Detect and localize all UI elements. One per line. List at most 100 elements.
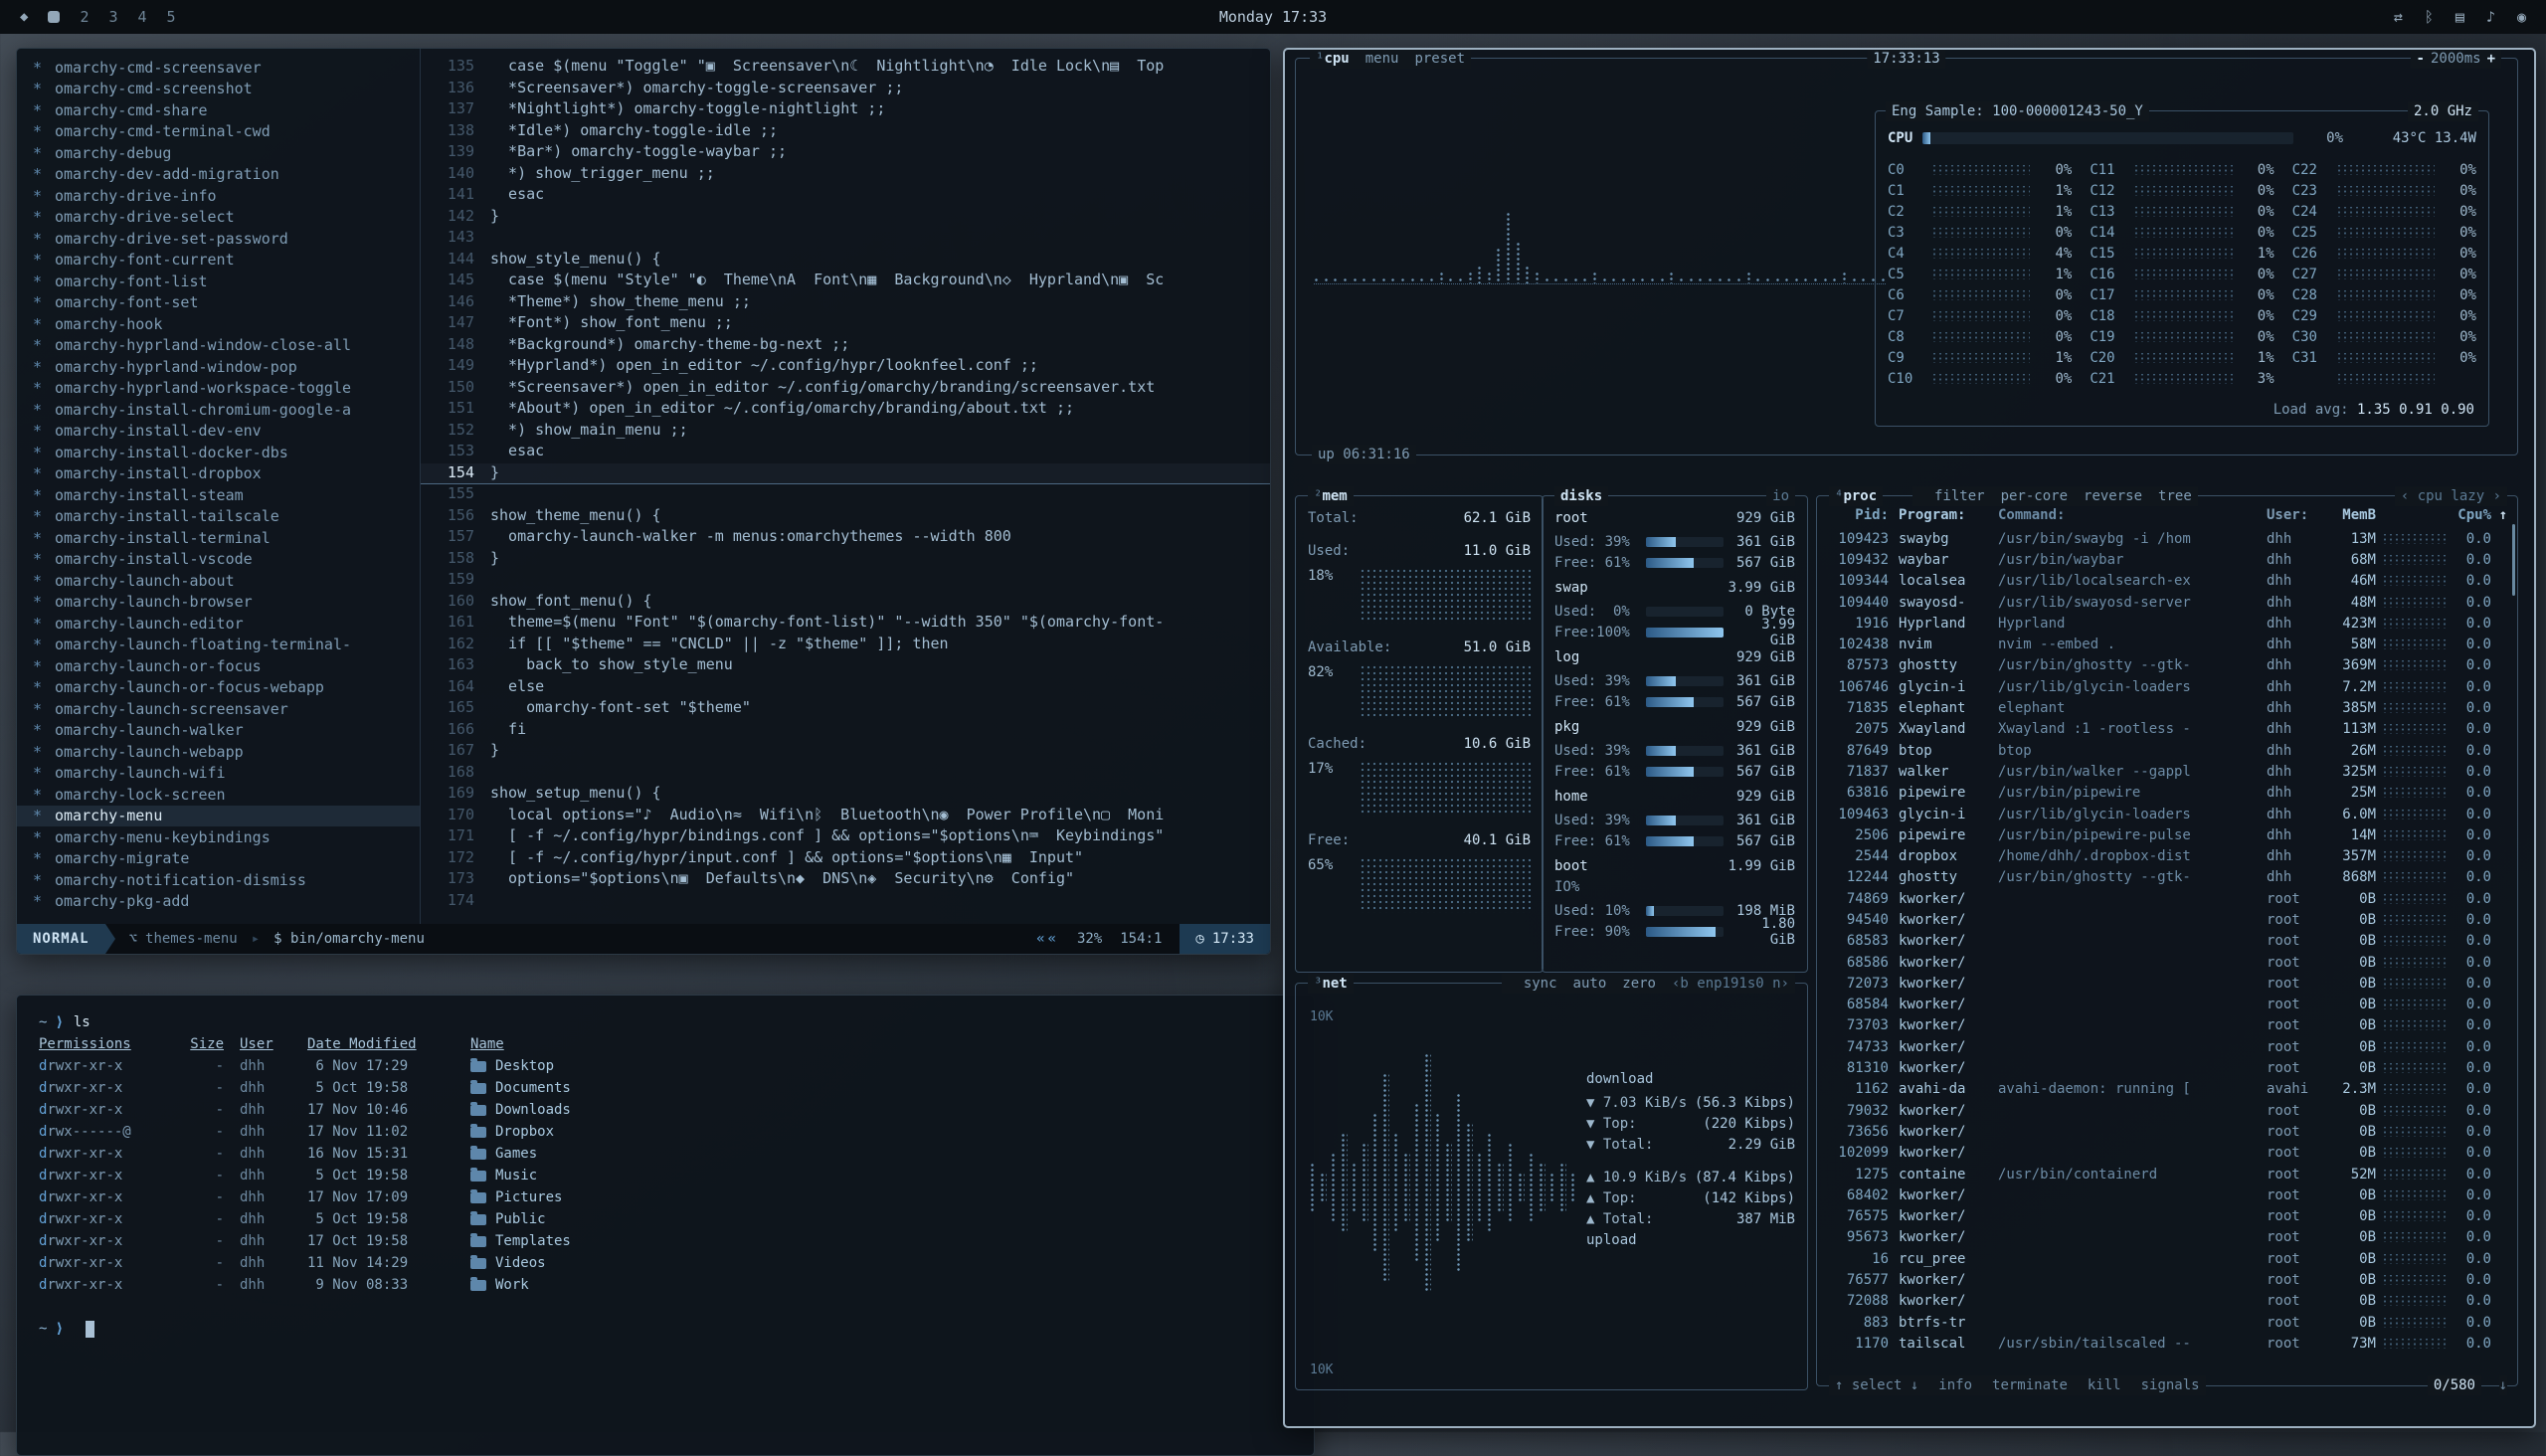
code-line[interactable]: 143: [421, 228, 1270, 250]
code-line[interactable]: 140 *) show_trigger_menu ;;: [421, 164, 1270, 186]
sidebar-item[interactable]: * omarchy-hyprland-workspace-toggle: [17, 378, 420, 400]
process-row[interactable]: 1275 containe /usr/bin/containerd root 5…: [1827, 1164, 2507, 1184]
code-line[interactable]: 170 local options="♪ Audio\n≈ Wifi\nᛒ Bl…: [421, 806, 1270, 827]
process-row[interactable]: 72088 kworker/ root 0B 0.0: [1827, 1291, 2507, 1312]
menu-button[interactable]: menu: [1365, 49, 1399, 69]
sidebar-item[interactable]: * omarchy-install-dev-env: [17, 421, 420, 443]
process-row[interactable]: 73656 kworker/ root 0B 0.0: [1827, 1121, 2507, 1142]
per-core-button[interactable]: per-core: [2001, 486, 2068, 506]
process-row[interactable]: 1162 avahi-da avahi-daemon: running [ av…: [1827, 1079, 2507, 1100]
sidebar-item[interactable]: * omarchy-launch-browser: [17, 592, 420, 614]
sidebar-item[interactable]: * omarchy-install-terminal: [17, 527, 420, 549]
sidebar-item[interactable]: * omarchy-hook: [17, 313, 420, 335]
sidebar-item[interactable]: * omarchy-launch-walker: [17, 720, 420, 742]
code-line[interactable]: 146 *Theme*) show_theme_menu ;;: [421, 292, 1270, 314]
sidebar-item[interactable]: * omarchy-cmd-share: [17, 99, 420, 121]
sidebar-item[interactable]: * omarchy-launch-or-focus-webapp: [17, 677, 420, 699]
sidebar-item[interactable]: * omarchy-font-set: [17, 292, 420, 314]
code-line[interactable]: 171 [ -f ~/.config/hypr/bindings.conf ] …: [421, 826, 1270, 848]
process-row[interactable]: 68584 kworker/ root 0B 0.0: [1827, 995, 2507, 1015]
code-line[interactable]: 156 show_theme_menu() {: [421, 506, 1270, 528]
process-row[interactable]: 68402 kworker/ root 0B 0.0: [1827, 1184, 2507, 1205]
preset-button[interactable]: preset: [1414, 49, 1465, 69]
process-row[interactable]: 2075 Xwayland Xwayland :1 -rootless - dh…: [1827, 719, 2507, 740]
code-line[interactable]: 149 *Hyprland*) open_in_editor ~/.config…: [421, 356, 1270, 378]
auto-tab[interactable]: auto: [1573, 974, 1607, 994]
zero-tab[interactable]: zero: [1622, 974, 1656, 994]
process-row[interactable]: 63816 pipewire /usr/bin/pipewire dhh 25M…: [1827, 783, 2507, 804]
sync-tab[interactable]: sync: [1524, 974, 1557, 994]
power-icon[interactable]: ◉: [2517, 8, 2526, 26]
process-row[interactable]: 76577 kworker/ root 0B 0.0: [1827, 1269, 2507, 1290]
sort-arrow-icon[interactable]: ↑: [2491, 507, 2507, 523]
process-row[interactable]: 109440 swayosd- /usr/lib/swayosd-server …: [1827, 592, 2507, 613]
disks-tab[interactable]: disks: [1554, 486, 1608, 506]
interval-decrease[interactable]: -: [2417, 49, 2425, 69]
process-row[interactable]: 87649 btop btop dhh 26M 0.0: [1827, 740, 2507, 761]
sidebar-item[interactable]: * omarchy-install-steam: [17, 484, 420, 506]
code-line[interactable]: 172 [ -f ~/.config/hypr/input.conf ] && …: [421, 848, 1270, 870]
launcher-icon[interactable]: ◆: [20, 9, 28, 25]
code-line[interactable]: 174: [421, 891, 1270, 913]
sort-selector[interactable]: ‹ cpu lazy ›: [2395, 486, 2507, 506]
code-line[interactable]: 150 *Screensaver*) open_in_editor ~/.con…: [421, 378, 1270, 400]
interval-increase[interactable]: +: [2487, 49, 2495, 69]
process-row[interactable]: 1916 Hyprland Hyprland dhh 423M 0.0: [1827, 613, 2507, 634]
code-line[interactable]: 168: [421, 763, 1270, 785]
process-row[interactable]: 109344 localsea /usr/lib/localsearch-ex …: [1827, 571, 2507, 592]
process-row[interactable]: 81310 kworker/ root 0B 0.0: [1827, 1057, 2507, 1078]
process-row[interactable]: 2544 dropbox /home/dhh/.dropbox-dist dhh…: [1827, 845, 2507, 866]
select-button[interactable]: ↑ select ↓: [1835, 1375, 1918, 1395]
code-line[interactable]: 147 *Font*) show_font_menu ;;: [421, 313, 1270, 335]
code-line[interactable]: 167 }: [421, 741, 1270, 763]
display-icon[interactable]: ▤: [2455, 8, 2464, 26]
process-row[interactable]: 72073 kworker/ root 0B 0.0: [1827, 973, 2507, 994]
code-line[interactable]: 162 if [[ "$theme" == "CNCLD" || -z "$th…: [421, 635, 1270, 656]
code-line[interactable]: 158 }: [421, 549, 1270, 571]
code-line[interactable]: 157 omarchy-launch-walker -m menus:omarc…: [421, 527, 1270, 549]
process-row[interactable]: 16 rcu_pree root 0B 0.0: [1827, 1248, 2507, 1269]
process-row[interactable]: 109463 glycin-i /usr/lib/glycin-loaders …: [1827, 804, 2507, 824]
io-tab[interactable]: io: [1766, 486, 1795, 506]
code-line[interactable]: 155: [421, 484, 1270, 506]
process-row[interactable]: 102099 kworker/ root 0B 0.0: [1827, 1143, 2507, 1164]
code-line[interactable]: 169 show_setup_menu() {: [421, 784, 1270, 806]
sidebar-item[interactable]: * omarchy-debug: [17, 142, 420, 164]
code-line[interactable]: 135 case $(menu "Toggle" "▣ Screensaver\…: [421, 57, 1270, 79]
sidebar-item[interactable]: * omarchy-launch-editor: [17, 613, 420, 635]
process-row[interactable]: 74869 kworker/ root 0B 0.0: [1827, 888, 2507, 909]
sidebar-item[interactable]: * omarchy-lock-screen: [17, 784, 420, 806]
code-line[interactable]: 153 esac: [421, 442, 1270, 463]
sidebar-item[interactable]: * omarchy-cmd-screensaver: [17, 57, 420, 79]
sidebar-item[interactable]: * omarchy-notification-dismiss: [17, 869, 420, 891]
sidebar-item[interactable]: * omarchy-migrate: [17, 848, 420, 870]
process-row[interactable]: 109423 swaybg /usr/bin/swaybg -i /hom dh…: [1827, 528, 2507, 549]
code-line[interactable]: 166 fi: [421, 720, 1270, 742]
process-row[interactable]: 94540 kworker/ root 0B 0.0: [1827, 909, 2507, 930]
code-line[interactable]: 141 esac: [421, 185, 1270, 207]
sidebar-item[interactable]: * omarchy-dev-add-migration: [17, 164, 420, 186]
workspace-number[interactable]: 4: [138, 8, 147, 26]
code-line[interactable]: 164 else: [421, 677, 1270, 699]
sidebar-item[interactable]: * omarchy-menu-keybindings: [17, 826, 420, 848]
sidebar-item[interactable]: * omarchy-drive-info: [17, 185, 420, 207]
process-row[interactable]: 883 btrfs-tr root 0B 0.0: [1827, 1312, 2507, 1333]
process-row[interactable]: 71835 elephant elephant dhh 385M 0.0: [1827, 697, 2507, 718]
proc-scrollbar[interactable]: [2512, 524, 2515, 596]
reverse-button[interactable]: reverse: [2084, 486, 2142, 506]
process-row[interactable]: 1170 tailscal /usr/sbin/tailscaled -- ro…: [1827, 1333, 2507, 1354]
sidebar-item[interactable]: * omarchy-hyprland-window-pop: [17, 356, 420, 378]
process-row[interactable]: 68586 kworker/ root 0B 0.0: [1827, 952, 2507, 973]
code-line[interactable]: 165 omarchy-font-set "$theme": [421, 698, 1270, 720]
code-line[interactable]: 161 theme=$(menu "Font" "$(omarchy-font-…: [421, 613, 1270, 635]
sidebar-item[interactable]: * omarchy-launch-wifi: [17, 763, 420, 785]
code-line[interactable]: 136 *Screensaver*) omarchy-toggle-screen…: [421, 79, 1270, 100]
sidebar-item[interactable]: * omarchy-font-list: [17, 271, 420, 292]
process-row[interactable]: 79032 kworker/ root 0B 0.0: [1827, 1100, 2507, 1121]
code-line[interactable]: 152 *) show_main_menu ;;: [421, 421, 1270, 443]
process-row[interactable]: 74733 kworker/ root 0B 0.0: [1827, 1036, 2507, 1057]
bluetooth-icon[interactable]: ᛒ: [2425, 8, 2434, 26]
process-row[interactable]: 68583 kworker/ root 0B 0.0: [1827, 931, 2507, 952]
sidebar-item[interactable]: * omarchy-cmd-terminal-cwd: [17, 121, 420, 143]
code-line[interactable]: 139 *Bar*) omarchy-toggle-waybar ;;: [421, 142, 1270, 164]
